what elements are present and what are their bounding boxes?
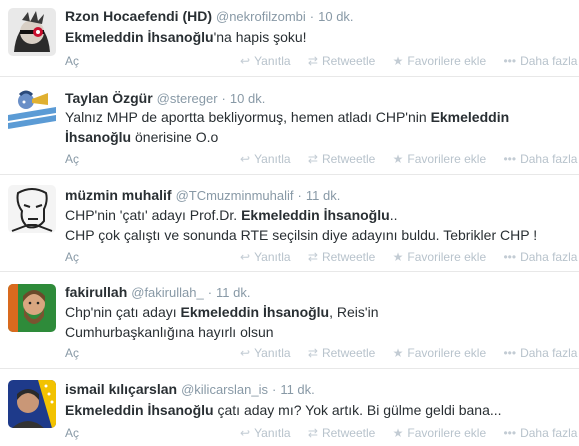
- expand-link[interactable]: Aç: [65, 152, 79, 166]
- star-icon: ★: [392, 250, 404, 264]
- tweet-text: Ekmeleddin İhsanoğlu çatı aday mı? Yok a…: [65, 402, 502, 418]
- expand-link[interactable]: Aç: [65, 250, 79, 264]
- user-name[interactable]: müzmin muhalif: [65, 187, 172, 203]
- user-handle[interactable]: @kilicarslan_is: [181, 382, 268, 397]
- more-icon: •••: [503, 152, 517, 166]
- tweet-actions: ↩ Yanıtla ⇄ Retweetle ★ Favorilere ekle •••…: [240, 152, 579, 166]
- user-handle[interactable]: @stereger: [157, 91, 218, 106]
- tweet[interactable]: Taylan Özgür @stereger · 10 dk. Yalnız MHP …: [0, 77, 579, 175]
- highlight-term: Ekmeleddin İhsanoğlu: [65, 29, 214, 45]
- reply-button[interactable]: ↩ Yanıtla: [240, 250, 291, 264]
- reply-icon: ↩: [240, 152, 251, 166]
- reply-icon: ↩: [240, 346, 251, 360]
- user-name[interactable]: ismail kılıçarslan: [65, 381, 177, 397]
- tweet-text: CHP'nin 'çatı' adayı Prof.Dr. Ekmeleddin…: [65, 207, 538, 243]
- reply-icon: ↩: [240, 54, 251, 68]
- tweet-time[interactable]: 10 dk.: [318, 9, 353, 24]
- user-handle[interactable]: @nekrofilzombi: [216, 9, 306, 24]
- reply-icon: ↩: [240, 250, 251, 264]
- tweet-actions: ↩ Yanıtla ⇄ Retweetle ★ Favorilere ekle •••…: [240, 250, 579, 264]
- user-handle[interactable]: @fakirullah_: [131, 285, 203, 300]
- user-name[interactable]: fakirullah: [65, 284, 127, 300]
- tweet-text: Chp'nin çatı adayı Ekmeleddin İhsanoğlu,…: [65, 304, 379, 340]
- expand-link[interactable]: Aç: [65, 426, 79, 440]
- tweet-actions: ↩ Yanıtla ⇄ Retweetle ★ Favorilere ekle •••…: [240, 54, 579, 68]
- reply-button[interactable]: ↩ Yanıtla: [240, 152, 291, 166]
- retweet-button[interactable]: ⇄ Retweetle: [308, 250, 375, 264]
- tweet-actions: ↩ Yanıtla ⇄ Retweetle ★ Favorilere ekle •••…: [240, 346, 579, 360]
- retweet-button[interactable]: ⇄ Retweetle: [308, 54, 375, 68]
- favorite-button[interactable]: ★ Favorilere ekle: [393, 54, 486, 68]
- avatar[interactable]: [8, 85, 56, 133]
- avatar[interactable]: [8, 284, 56, 332]
- tweet-actions: ↩ Yanıtla ⇄ Retweetle ★ Favorilere ekle •••…: [240, 426, 579, 440]
- reply-button[interactable]: ↩ Yanıtla: [240, 426, 291, 440]
- retweet-icon: ⇄: [307, 426, 318, 440]
- tweet-header: fakirullah @fakirullah_ · 11 dk.: [65, 284, 251, 300]
- reply-button[interactable]: ↩ Yanıtla: [240, 54, 291, 68]
- star-icon: ★: [392, 346, 404, 360]
- retweet-button[interactable]: ⇄ Retweetle: [308, 152, 375, 166]
- favorite-button[interactable]: ★ Favorilere ekle: [393, 152, 486, 166]
- avatar[interactable]: [8, 380, 56, 428]
- more-button[interactable]: ••• Daha fazla: [503, 346, 577, 360]
- more-icon: •••: [503, 250, 517, 264]
- tweet-header: Rzon Hocaefendi (HD) @nekrofilzombi · 10 dk…: [65, 8, 354, 24]
- more-icon: •••: [503, 346, 517, 360]
- tweet-header: Taylan Özgür @stereger · 10 dk.: [65, 90, 266, 106]
- highlight-term: Ekmeleddin İhsanoğlu: [241, 207, 390, 223]
- retweet-icon: ⇄: [307, 346, 318, 360]
- tweet-header: müzmin muhalif @TCmuzminmuhalif · 11 dk.: [65, 187, 341, 203]
- avatar[interactable]: [8, 8, 56, 56]
- tweet-header: ismail kılıçarslan @kilicarslan_is · 11 dk.: [65, 381, 315, 397]
- retweet-icon: ⇄: [307, 250, 318, 264]
- tweet[interactable]: fakirullah @fakirullah_ · 11 dk. Chp'nin ça…: [0, 272, 579, 369]
- tweet-time[interactable]: 10 dk.: [230, 91, 265, 106]
- tweet-text: Yalnız MHP de aportta bekliyormuş, hemen…: [65, 109, 510, 145]
- retweet-button[interactable]: ⇄ Retweetle: [308, 346, 375, 360]
- tweet[interactable]: Rzon Hocaefendi (HD) @nekrofilzombi · 10 dk…: [0, 0, 579, 77]
- retweet-button[interactable]: ⇄ Retweetle: [308, 426, 375, 440]
- tweet-text: Ekmeleddin İhsanoğlu'na hapis şoku!: [65, 29, 307, 45]
- tweet-time[interactable]: 11 dk.: [216, 285, 250, 300]
- more-icon: •••: [503, 426, 517, 440]
- star-icon: ★: [392, 152, 404, 166]
- retweet-icon: ⇄: [307, 54, 318, 68]
- reply-icon: ↩: [240, 426, 251, 440]
- avatar[interactable]: [8, 185, 56, 233]
- more-button[interactable]: ••• Daha fazla: [503, 54, 577, 68]
- retweet-icon: ⇄: [307, 152, 318, 166]
- highlight-term: Ekmeleddin İhsanoğlu: [180, 304, 330, 320]
- user-name[interactable]: Rzon Hocaefendi (HD): [65, 8, 212, 24]
- tweet-time[interactable]: 11 dk.: [306, 188, 340, 203]
- favorite-button[interactable]: ★ Favorilere ekle: [393, 346, 486, 360]
- star-icon: ★: [392, 426, 404, 440]
- favorite-button[interactable]: ★ Favorilere ekle: [393, 250, 486, 264]
- highlight-term: Ekmeleddin İhsanoğlu: [65, 109, 510, 145]
- tweet-time[interactable]: 11 dk.: [280, 382, 314, 397]
- reply-button[interactable]: ↩ Yanıtla: [240, 346, 291, 360]
- user-name[interactable]: Taylan Özgür: [65, 90, 153, 106]
- more-button[interactable]: ••• Daha fazla: [503, 152, 577, 166]
- more-button[interactable]: ••• Daha fazla: [503, 250, 577, 264]
- more-icon: •••: [503, 54, 517, 68]
- star-icon: ★: [392, 54, 404, 68]
- favorite-button[interactable]: ★ Favorilere ekle: [393, 426, 486, 440]
- expand-link[interactable]: Aç: [65, 54, 79, 68]
- user-handle[interactable]: @TCmuzminmuhalif: [176, 188, 294, 203]
- tweet[interactable]: ismail kılıçarslan @kilicarslan_is · 11 dk.…: [0, 369, 579, 446]
- more-button[interactable]: ••• Daha fazla: [503, 426, 577, 440]
- expand-link[interactable]: Aç: [65, 346, 79, 360]
- tweet[interactable]: müzmin muhalif @TCmuzminmuhalif · 11 dk. CH…: [0, 175, 579, 272]
- highlight-term: Ekmeleddin İhsanoğlu: [65, 402, 214, 418]
